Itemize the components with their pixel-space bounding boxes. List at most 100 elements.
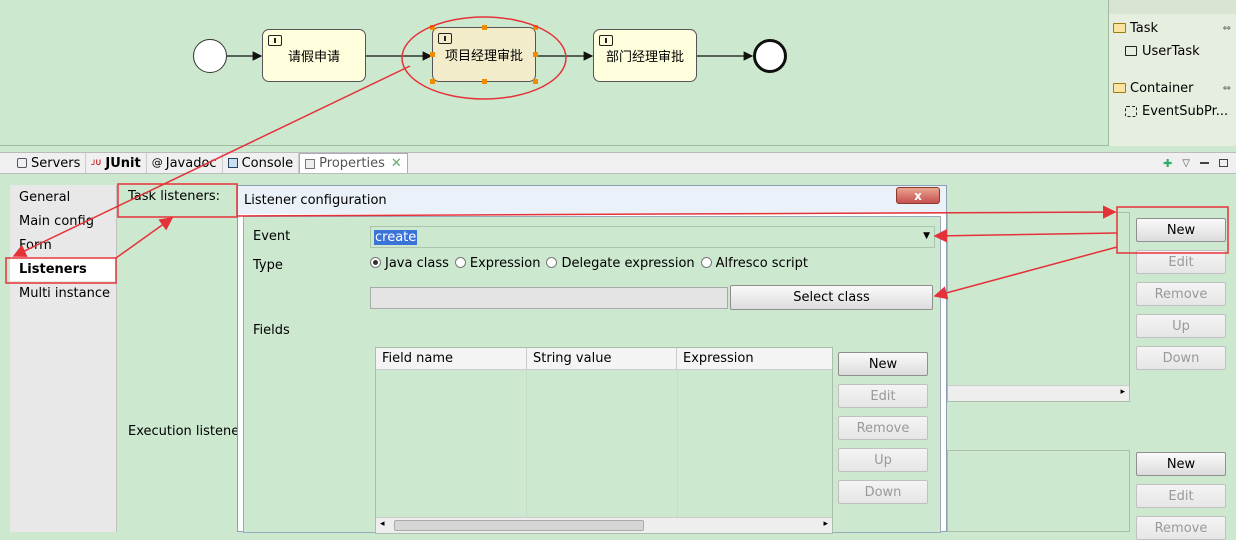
user-task-icon bbox=[1125, 46, 1137, 56]
view-menu-icon[interactable]: ▽ bbox=[1182, 158, 1190, 169]
column-divider bbox=[526, 370, 527, 517]
tab-console[interactable]: Console bbox=[223, 153, 300, 173]
tab-label: Servers bbox=[31, 155, 81, 171]
pin-icon[interactable]: ✚ bbox=[1163, 157, 1172, 170]
scroll-left-icon[interactable]: ◂ bbox=[380, 519, 385, 529]
tab-javadoc[interactable]: @ Javadoc bbox=[147, 153, 223, 173]
close-icon[interactable]: ✕ bbox=[391, 156, 402, 171]
fields-label: Fields bbox=[253, 323, 290, 338]
dialog-title-bar[interactable]: Listener configuration x bbox=[238, 186, 946, 214]
fields-table[interactable]: Field name String value Expression ◂ ▸ bbox=[375, 347, 833, 534]
fields-table-body bbox=[376, 370, 832, 517]
column-header-expression[interactable]: Expression bbox=[677, 348, 832, 369]
horizontal-scrollbar[interactable]: ▸ bbox=[948, 385, 1129, 401]
sidebar-label: General bbox=[19, 189, 71, 205]
resize-handle[interactable] bbox=[533, 52, 538, 57]
class-name-input[interactable] bbox=[370, 287, 728, 309]
execution-listener-edit-button[interactable]: Edit bbox=[1136, 484, 1226, 508]
field-remove-button[interactable]: Remove bbox=[838, 416, 928, 440]
resize-handle[interactable] bbox=[482, 79, 487, 84]
task-project-manager-approval[interactable]: 项目经理审批 bbox=[430, 25, 538, 84]
radio-icon bbox=[370, 257, 381, 268]
radio-label: Delegate expression bbox=[561, 256, 695, 271]
scroll-thumb[interactable] bbox=[394, 520, 644, 531]
task-listener-new-button[interactable]: New bbox=[1136, 218, 1226, 242]
resize-handle[interactable] bbox=[430, 79, 435, 84]
event-label: Event bbox=[253, 229, 291, 244]
resize-handle[interactable] bbox=[430, 52, 435, 57]
resize-handle[interactable] bbox=[482, 25, 487, 30]
collapse-icon[interactable]: ⇔ bbox=[1223, 83, 1231, 94]
tab-label: JUnit bbox=[105, 155, 141, 171]
palette-item-label: UserTask bbox=[1142, 43, 1200, 59]
task-label: 请假申请 bbox=[287, 50, 340, 65]
radio-expression[interactable]: Expression bbox=[454, 256, 540, 271]
dialog-body: Event create ▼ Type Java class Expressio… bbox=[243, 216, 941, 534]
tab-label: Properties bbox=[319, 156, 385, 171]
sidebar-item-main-config[interactable]: Main config bbox=[10, 209, 116, 233]
task-listener-down-button[interactable]: Down bbox=[1136, 346, 1226, 370]
execution-listener-new-button[interactable]: New bbox=[1136, 452, 1226, 476]
radio-delegate-expression[interactable]: Delegate expression bbox=[546, 256, 695, 271]
sidebar-label: Main config bbox=[19, 213, 94, 229]
tab-properties[interactable]: Properties ✕ bbox=[299, 153, 408, 173]
sidebar-item-general[interactable]: General bbox=[10, 185, 116, 209]
radio-java-class[interactable]: Java class bbox=[370, 256, 449, 271]
palette-item-eventsubprocess[interactable]: EventSubPr... bbox=[1109, 101, 1236, 121]
dialog-close-button[interactable]: x bbox=[896, 187, 940, 204]
execution-listener-remove-button[interactable]: Remove bbox=[1136, 516, 1226, 540]
horizontal-scrollbar[interactable]: ◂ ▸ bbox=[376, 517, 832, 533]
sidebar-item-listeners[interactable]: Listeners bbox=[10, 257, 116, 281]
palette-item-usertask[interactable]: UserTask bbox=[1109, 41, 1236, 61]
sidebar-label: Form bbox=[19, 237, 52, 253]
field-edit-button[interactable]: Edit bbox=[838, 384, 928, 408]
resize-handle[interactable] bbox=[533, 25, 538, 30]
palette: Task ⇔ UserTask Container ⇔ EventSubPr..… bbox=[1108, 0, 1236, 146]
column-header-field-name[interactable]: Field name bbox=[376, 348, 527, 369]
task-listener-up-button[interactable]: Up bbox=[1136, 314, 1226, 338]
collapse-icon[interactable]: ⇔ bbox=[1223, 23, 1231, 34]
task-label: 部门经理审批 bbox=[605, 50, 684, 65]
minimize-icon[interactable] bbox=[1200, 162, 1209, 164]
palette-group-task[interactable]: Task ⇔ bbox=[1109, 18, 1236, 38]
radio-icon bbox=[454, 257, 466, 268]
resize-handle[interactable] bbox=[430, 25, 435, 30]
resize-handle[interactable] bbox=[533, 79, 538, 84]
properties-icon bbox=[305, 158, 316, 169]
radio-alfresco-script[interactable]: Alfresco script bbox=[700, 256, 808, 271]
sidebar-item-form[interactable]: Form bbox=[10, 233, 116, 257]
tab-label: Console bbox=[241, 155, 294, 171]
select-class-button[interactable]: Select class bbox=[730, 285, 933, 310]
execution-listeners-table[interactable] bbox=[947, 450, 1130, 532]
field-new-button[interactable]: New bbox=[838, 352, 928, 376]
end-event[interactable] bbox=[753, 39, 787, 73]
task-listeners-label: Task listeners: bbox=[128, 189, 221, 204]
palette-group-container[interactable]: Container ⇔ bbox=[1109, 78, 1236, 98]
palette-group-label: Container bbox=[1130, 80, 1194, 96]
tab-servers[interactable]: Servers bbox=[12, 153, 87, 173]
user-task-icon bbox=[268, 35, 282, 46]
start-event[interactable] bbox=[193, 39, 227, 73]
task-leave-request[interactable]: 请假申请 bbox=[262, 29, 366, 82]
subprocess-icon bbox=[1125, 105, 1137, 117]
task-listeners-table[interactable]: ▸ bbox=[947, 212, 1130, 402]
event-select[interactable]: create ▼ bbox=[370, 226, 935, 248]
task-listener-remove-button[interactable]: Remove bbox=[1136, 282, 1226, 306]
sidebar-item-multi-instance[interactable]: Multi instance bbox=[10, 281, 116, 305]
process-canvas[interactable]: 请假申请 项目经理审批 部门经理审批 bbox=[0, 0, 1108, 146]
scroll-right-icon[interactable]: ▸ bbox=[1120, 387, 1125, 397]
scroll-right-icon[interactable]: ▸ bbox=[823, 519, 828, 529]
task-listener-edit-button[interactable]: Edit bbox=[1136, 250, 1226, 274]
maximize-icon[interactable] bbox=[1219, 159, 1228, 167]
column-header-string-value[interactable]: String value bbox=[527, 348, 677, 369]
chevron-down-icon[interactable]: ▼ bbox=[923, 231, 930, 241]
sidebar-label: Multi instance bbox=[19, 285, 110, 301]
tab-label: Javadoc bbox=[165, 155, 217, 171]
tab-junit[interactable]: ᴊᴜ JUnit bbox=[86, 153, 147, 173]
field-up-button[interactable]: Up bbox=[838, 448, 928, 472]
field-down-button[interactable]: Down bbox=[838, 480, 928, 504]
palette-group-label: Task bbox=[1130, 20, 1159, 36]
task-department-manager-approval[interactable]: 部门经理审批 bbox=[593, 29, 697, 82]
properties-sidebar: General Main config Form Listeners Multi… bbox=[10, 185, 117, 532]
radio-icon bbox=[546, 257, 558, 268]
